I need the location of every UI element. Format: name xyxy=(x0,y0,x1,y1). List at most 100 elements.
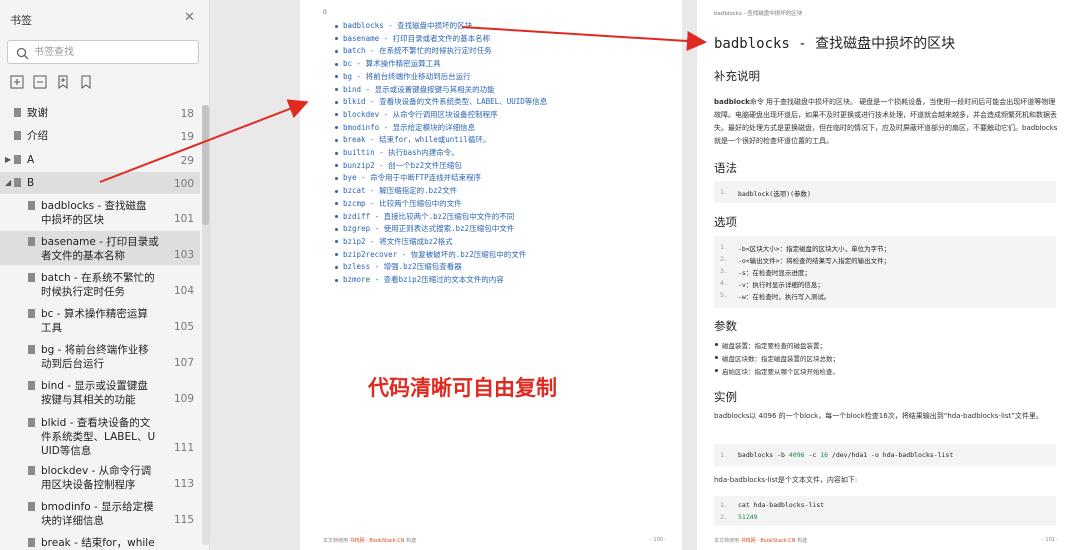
sidebar-item[interactable]: ▶ A 29 xyxy=(0,149,200,171)
bookmarks-sidebar: 书签 ✕ 致谢 18 介绍 19 ▶ A 29 ◢ B 100 badblocks - 查找磁盘 中… xyxy=(0,0,210,550)
command-link[interactable]: builtin - 执行bash内建命令。 xyxy=(335,147,459,158)
sidebar-item-page: 109 xyxy=(173,393,194,405)
sidebar-item-label: blkid - 查看块设备的文 件系统类型、LABEL、U UID等信息 xyxy=(41,417,156,457)
search-icon xyxy=(16,45,29,64)
command-link[interactable]: bzdiff - 直接比较两个.bz2压缩包中文件的不同 xyxy=(335,211,514,222)
syntax-code-block: 1. badblock(选项)(参数) xyxy=(714,181,1056,203)
sidebar-item[interactable]: bc - 算术操作精密运算 工具 105 xyxy=(0,303,200,337)
command-link[interactable]: badblocks - 查找磁盘中损坏的区块 xyxy=(335,20,472,31)
page-marker: 0 xyxy=(323,9,327,16)
sidebar-item-page: 105 xyxy=(173,321,194,333)
sidebar-scrollbar-thumb[interactable] xyxy=(202,105,209,225)
line-number: 5. xyxy=(720,291,728,299)
sidebar-item-label: 介绍 xyxy=(27,130,48,142)
sidebar-item-page: 103 xyxy=(173,249,194,261)
command-link[interactable]: bzip2 - 将文件压缩成bz2格式 xyxy=(335,236,453,247)
sidebar-item-label: A xyxy=(27,154,35,166)
collapse-all-icon[interactable] xyxy=(33,74,47,89)
bookmark-icon xyxy=(14,155,21,167)
line-number: 3. xyxy=(720,267,728,275)
page-number: - 100 - xyxy=(650,537,667,543)
sidebar-item-label: bind - 显示或设置键盘 按键与其相关的功能 xyxy=(41,380,148,406)
bookmark-icon xyxy=(14,131,21,143)
sidebar-item[interactable]: 介绍 19 xyxy=(0,125,200,147)
sidebar-item-label: badblocks - 查找磁盘 中损坏的区块 xyxy=(41,200,147,226)
command-link[interactable]: bunzip2 - 创一个bz2文件压缩包 xyxy=(335,160,462,171)
page-header: badblocks - 查找磁盘中损坏的区块 xyxy=(714,11,803,17)
command-link[interactable]: blockdev - 从命令行调用区块设备控制程序 xyxy=(335,109,498,120)
heading-extra: 补充说明 xyxy=(714,69,760,83)
sidebar-item-page: 19 xyxy=(180,131,194,143)
heading-syntax: 语法 xyxy=(714,161,737,175)
close-icon[interactable]: ✕ xyxy=(184,10,195,25)
caret-down-icon[interactable]: ◢ xyxy=(5,178,11,187)
bookmark-icon xyxy=(14,108,21,120)
bookmark-search-input[interactable] xyxy=(34,44,194,60)
page-footer-right: 本文档使用 书栈网 · BookStack.CN 构建 xyxy=(714,538,808,544)
command-link[interactable]: bc - 算术操作精密运算工具 xyxy=(335,58,441,69)
bookmark-icon xyxy=(28,309,35,321)
options-code-block: 1. -b<区块大小>：指定磁盘的区块大小，单位为字节； 2. -o<输出文件>：将检… xyxy=(714,236,1056,308)
command-link[interactable]: bg - 将前台终端作业移动到后台运行 xyxy=(335,71,471,82)
sidebar-item[interactable]: 致谢 18 xyxy=(0,102,200,124)
command-link[interactable]: blkid - 查看块设备的文件系统类型、LABEL、UUID等信息 xyxy=(335,96,547,107)
sidebar-item-label: bg - 将前台终端作业移 动到后台运行 xyxy=(41,344,149,370)
heading-examples: 实例 xyxy=(714,390,737,404)
caret-right-icon[interactable]: ▶ xyxy=(5,155,11,164)
sidebar-item-label: basename - 打印目录或 者文件的基本名称 xyxy=(41,236,159,262)
sidebar-item-page: 29 xyxy=(180,155,194,167)
sidebar-item[interactable]: blkid - 查看块设备的文 件系统类型、LABEL、U UID等信息 111 xyxy=(0,412,200,458)
pdf-page-right: badblocks - 查找磁盘中损坏的区块 badblocks - 查找磁盘中… xyxy=(697,0,1080,550)
option-line: -w：在检查时，执行写入测试。 xyxy=(738,293,831,301)
command-link[interactable]: bzcmp - 比较两个压缩包中的文件 xyxy=(335,198,462,209)
bookmark-icon[interactable] xyxy=(79,74,93,89)
sidebar-item-page: 101 xyxy=(173,213,194,225)
bookmark-icon xyxy=(28,201,35,213)
sidebar-item[interactable]: break - 结束for，while xyxy=(0,532,200,550)
sidebar-item-page: 113 xyxy=(173,478,194,490)
sidebar-item[interactable]: blockdev - 从命令行调 用区块设备控制程序 113 xyxy=(0,460,200,494)
page-footer: 本文档使用 书栈网 · BookStack.CN 构建 xyxy=(323,538,417,544)
sidebar-item[interactable]: badblocks - 查找磁盘 中损坏的区块 101 xyxy=(0,195,200,229)
param-item: 启始区块：指定要从哪个区块开始检查。 xyxy=(715,368,839,376)
add-bookmark-icon[interactable] xyxy=(56,74,70,89)
example-paragraph: badblocks以 4096 的一个block，每一个block检查16次，将… xyxy=(714,412,1043,420)
footer-brand: 书栈网 · BookStack.CN xyxy=(349,538,405,544)
bookmark-icon xyxy=(28,273,35,285)
sidebar-item-label: B xyxy=(27,177,35,189)
page-number-right: - 101 - xyxy=(1042,537,1059,543)
sidebar-item-label: bc - 算术操作精密运算 工具 xyxy=(41,308,148,334)
option-line: -v：执行时显示详细的信息； xyxy=(738,281,824,289)
command-link[interactable]: bye - 命令用于中断FTP连线并结束程序 xyxy=(335,172,481,183)
sidebar-item[interactable]: basename - 打印目录或 者文件的基本名称 103 xyxy=(0,231,200,265)
sidebar-item[interactable]: bind - 显示或设置键盘 按键与其相关的功能 109 xyxy=(0,375,200,409)
bookmark-icon xyxy=(14,178,21,190)
command-link[interactable]: bzgrep - 使用正则表达式搜索.bz2压缩包中文件 xyxy=(335,223,514,234)
bookmark-icon xyxy=(28,381,35,393)
sidebar-item-page: 115 xyxy=(173,514,194,526)
command-link[interactable]: bind - 显示或设置键盘按键与其相关的功能 xyxy=(335,84,495,95)
page-title: badblocks - 查找磁盘中损坏的区块 xyxy=(714,36,956,52)
sidebar-item-page: 18 xyxy=(180,108,194,120)
sidebar-item[interactable]: batch - 在系统不繁忙的 时候执行定时任务 104 xyxy=(0,267,200,301)
command-link[interactable]: basename - 打印目录或者文件的基本名称 xyxy=(335,33,490,44)
command-link[interactable]: batch - 在系统不繁忙的时候执行定时任务 xyxy=(335,45,492,56)
description-paragraph: badblock命令 用于查找磁盘中损坏的区块。 硬盘是一个损耗设备，当使用一段… xyxy=(714,98,1058,145)
command-link[interactable]: bmodinfo - 显示给定模块的详细信息 xyxy=(335,122,475,133)
sidebar-item-page: 107 xyxy=(173,357,194,369)
sidebar-item[interactable]: bmodinfo - 显示给定模 块的详细信息 115 xyxy=(0,496,200,530)
sidebar-item[interactable]: bg - 将前台终端作业移 动到后台运行 107 xyxy=(0,339,200,373)
expand-all-icon[interactable] xyxy=(10,74,24,89)
option-line: -s：在检查时显示进度； xyxy=(738,269,811,277)
line-number: 4. xyxy=(720,279,728,287)
sidebar-item[interactable]: ◢ B 100 xyxy=(0,172,200,194)
command-link[interactable]: break - 结束for，while或until循环。 xyxy=(335,134,490,145)
sidebar-item-label: batch - 在系统不繁忙的 时候执行定时任务 xyxy=(41,272,155,298)
command-link[interactable]: bzip2recover - 恢复被破坏的.bz2压缩包中的文件 xyxy=(335,249,526,260)
command-link[interactable]: bzmore - 查看bzip2压缩过的文本文件的内容 xyxy=(335,274,504,285)
bookmark-search-box[interactable] xyxy=(7,40,199,64)
command-link[interactable]: bzcat - 解压缩指定的.bz2文件 xyxy=(335,185,457,196)
command-link[interactable]: bzless - 增强.bz2压缩包查看器 xyxy=(335,261,462,272)
sidebar-item-label: break - 结束for，while xyxy=(41,537,155,549)
example-code-block: 1. badblocks -b 4096 -c 16 /dev/hda1 -o … xyxy=(714,444,1056,466)
